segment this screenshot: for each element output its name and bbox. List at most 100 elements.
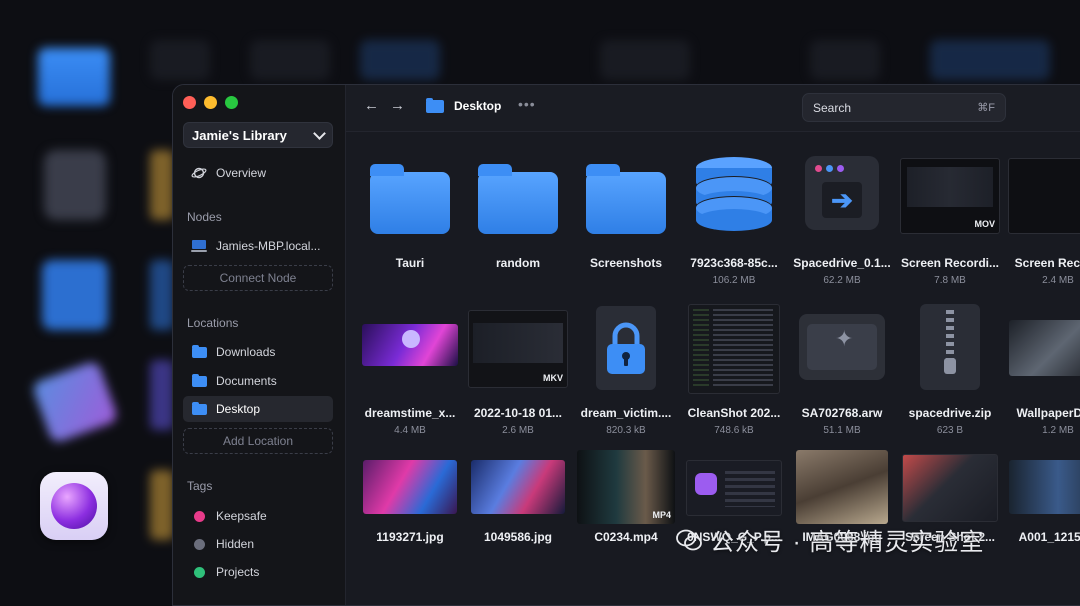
file-item[interactable]: Screen Shot 2... <box>896 450 1004 544</box>
planet-icon <box>191 165 207 181</box>
folder-icon <box>478 164 558 234</box>
background-shape <box>930 40 1050 80</box>
file-size: 7.8 MB <box>934 275 966 286</box>
sidebar-item-documents[interactable]: Documents <box>183 368 333 394</box>
image-thumbnail <box>471 460 565 514</box>
sidebar-item-downloads[interactable]: Downloads <box>183 339 333 365</box>
file-size: 820.3 kB <box>606 425 646 436</box>
background-shape <box>150 40 210 80</box>
background-shape <box>150 470 174 540</box>
sidebar-item-label: Documents <box>216 374 277 388</box>
background-shape <box>250 40 330 80</box>
sidebar-item-tag-projects[interactable]: Projects <box>183 559 333 585</box>
laptop-icon <box>191 239 207 253</box>
sidebar-item-overview[interactable]: Overview <box>183 160 333 186</box>
background-shape <box>150 150 174 220</box>
file-name: 1049586.jpg <box>483 530 553 544</box>
file-size: 623 B <box>936 425 964 436</box>
background-lock-icon <box>42 260 108 330</box>
arrow-right-icon[interactable]: → <box>390 97 405 114</box>
sidebar-item-label: Desktop <box>216 402 261 416</box>
file-item[interactable]: MKV 2022-10-18 01... 2.6 MB <box>464 282 572 436</box>
file-item[interactable]: dreamstime_x... 4.4 MB <box>356 282 464 436</box>
folder-icon <box>370 164 450 234</box>
search-input[interactable]: Search ⌘F <box>802 93 1006 122</box>
sidebar-item-desktop[interactable]: Desktop <box>183 396 333 422</box>
background-tag-icon <box>31 359 119 445</box>
file-name: Tauri <box>395 256 425 270</box>
file-size: 51.1 MB <box>823 425 861 436</box>
file-name: Screen Recordi... <box>900 256 1000 270</box>
file-size: 62.2 MB <box>823 275 861 286</box>
file-name: Screen Recor... <box>1014 256 1080 270</box>
image-thumbnail <box>796 450 888 524</box>
file-item[interactable]: MP4 C0234.mp4 <box>572 450 680 544</box>
file-item[interactable]: Screen Recor... 2.4 MB <box>1004 132 1080 286</box>
more-options-icon[interactable]: ••• <box>518 96 536 112</box>
minimize-window-button[interactable] <box>204 96 217 109</box>
library-name: Jamie's Library <box>192 127 287 143</box>
video-thumbnail: MOV <box>900 158 1000 234</box>
video-thumbnail <box>1008 158 1080 234</box>
tag-dot-icon <box>193 510 205 522</box>
sidebar-item-node[interactable]: Jamies-MBP.local... <box>183 233 333 259</box>
search-shortcut: ⌘F <box>977 102 995 114</box>
file-size: 748.6 kB <box>714 425 754 436</box>
file-type-badge: MKV <box>543 373 563 383</box>
file-item[interactable]: MOV Screen Recordi... 7.8 MB <box>896 132 1004 286</box>
file-item[interactable]: 1049586.jpg <box>464 450 572 544</box>
video-thumbnail: MKV <box>468 310 568 388</box>
watermark: 公众号 · 高等精灵实验室 <box>676 522 984 557</box>
file-name: WallpaperDo... <box>1016 406 1080 420</box>
folder-icon <box>586 164 666 234</box>
file-item[interactable]: A001_12150... <box>1004 450 1080 544</box>
window-controls <box>183 96 238 109</box>
file-item[interactable]: 0NSWQ_G_P.p... <box>680 450 788 544</box>
file-item[interactable]: IMAG0068.jpg <box>788 450 896 544</box>
orb-icon <box>51 483 97 529</box>
background-shape <box>360 40 440 80</box>
image-thumbnail <box>686 460 782 516</box>
sidebar-item-label: Downloads <box>216 345 276 359</box>
breadcrumb[interactable]: Desktop <box>426 97 501 113</box>
file-name: dream_victim.... <box>580 406 672 420</box>
arrow-left-icon[interactable]: ← <box>364 97 379 114</box>
image-thumbnail <box>363 460 457 514</box>
file-size: 2.6 MB <box>502 425 534 436</box>
sidebar-item-label: Projects <box>216 565 260 579</box>
sidebar: Jamie's Library Overview Nodes Jamies-MB… <box>173 85 346 605</box>
image-thumbnail <box>1009 460 1080 514</box>
library-selector[interactable]: Jamie's Library <box>183 122 333 148</box>
file-item[interactable]: CleanShot 202... 748.6 kB <box>680 282 788 436</box>
sidebar-item-label: Overview <box>216 166 267 180</box>
file-item[interactable]: 1193271.jpg <box>356 450 464 544</box>
code-screenshot-thumbnail <box>688 304 780 394</box>
folder-icon <box>191 344 207 358</box>
background-shape <box>150 360 174 430</box>
file-name: C0234.mp4 <box>594 530 658 544</box>
image-thumbnail <box>1009 320 1080 376</box>
sidebar-item-tag-keepsafe[interactable]: Keepsafe <box>183 503 333 529</box>
file-size: 4.4 MB <box>394 425 426 436</box>
background-shape <box>150 260 174 330</box>
file-size: 1.2 MB <box>1042 425 1074 436</box>
file-item[interactable]: WallpaperDo... 1.2 MB <box>1004 282 1080 436</box>
image-thumbnail <box>362 324 458 366</box>
background-tile <box>44 150 106 220</box>
file-name: Screenshots <box>589 256 663 270</box>
maximize-window-button[interactable] <box>225 96 238 109</box>
add-location-button[interactable]: Add Location <box>183 428 333 454</box>
locations-heading: Locations <box>187 316 239 330</box>
file-name: Spacedrive_0.1... <box>793 256 891 270</box>
zip-archive-icon <box>920 304 980 390</box>
sidebar-item-tag-hidden[interactable]: Hidden <box>183 531 333 557</box>
connect-node-button[interactable]: Connect Node <box>183 265 333 291</box>
background-shape <box>600 40 690 80</box>
file-name: random <box>495 256 540 270</box>
folder-icon <box>191 401 207 415</box>
close-window-button[interactable] <box>183 96 196 109</box>
tag-dot-icon <box>193 538 205 550</box>
spacedrive-app-icon[interactable] <box>40 472 108 540</box>
folder-icon <box>191 373 207 387</box>
file-name: A001_12150... <box>1018 530 1080 544</box>
